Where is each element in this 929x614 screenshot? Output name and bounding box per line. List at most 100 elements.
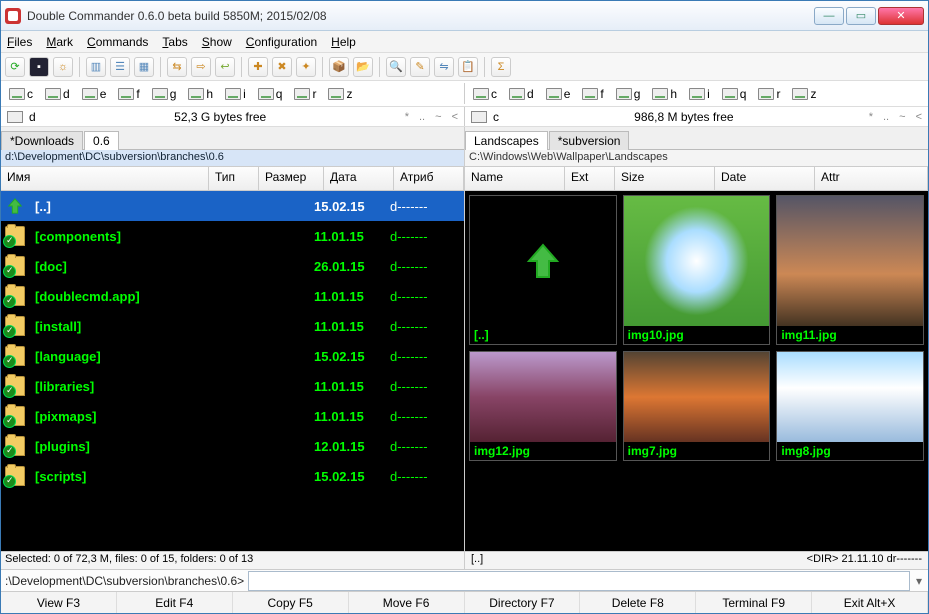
file-row[interactable]: [doc]26.01.15d------- [1,251,464,281]
drive-button-c[interactable]: c [5,85,37,103]
maximize-button[interactable]: ▭ [846,7,876,25]
drive-icon[interactable] [471,111,487,123]
col-date[interactable]: Дата [324,167,394,190]
unpack-icon[interactable]: 📂 [353,57,373,77]
drive-icon[interactable] [7,111,23,123]
col-ext[interactable]: Ext [565,167,615,190]
minimize-button[interactable]: — [814,7,844,25]
menu-tabs[interactable]: Tabs [162,35,187,49]
calc-space-icon[interactable]: Σ [491,57,511,77]
right-path[interactable]: C:\Windows\Web\Wallpaper\Landscapes [465,149,928,167]
menu-files[interactable]: Files [7,35,32,49]
file-row[interactable]: [plugins]12.01.15d------- [1,431,464,461]
file-row[interactable]: [pixmaps]11.01.15d------- [1,401,464,431]
multirename-icon[interactable]: ✎ [410,57,430,77]
left-path[interactable]: d:\Development\DC\subversion\branches\0.… [1,149,464,167]
search-icon[interactable]: 🔍 [386,57,406,77]
thumbnail[interactable]: img8.jpg [776,351,924,461]
fn-button[interactable]: Edit F4 [117,592,233,613]
brief-view-icon[interactable]: ▥ [86,57,106,77]
thumb-view-icon[interactable]: ▦ [134,57,154,77]
menu-commands[interactable]: Commands [87,35,148,49]
drive-button-z[interactable]: z [788,85,820,103]
thumbnail[interactable]: img12.jpg [469,351,617,461]
options-icon[interactable]: ☼ [53,57,73,77]
terminal-icon[interactable]: ▪ [29,57,49,77]
tab[interactable]: Landscapes [465,131,548,150]
col-attr[interactable]: Атриб [394,167,464,190]
drive-button-i[interactable]: i [221,85,250,103]
drive-button-q[interactable]: q [718,85,751,103]
col-date[interactable]: Date [715,167,815,190]
drive-button-c[interactable]: c [469,85,501,103]
drive-button-i[interactable]: i [685,85,714,103]
command-input[interactable] [248,571,910,591]
home-icon[interactable]: ~ [899,111,905,123]
fn-button[interactable]: Exit Alt+X [812,592,928,613]
refresh-icon[interactable]: ⟳ [5,57,25,77]
select-all-icon[interactable]: ✚ [248,57,268,77]
drive-button-q[interactable]: q [254,85,287,103]
drive-button-g[interactable]: g [612,85,645,103]
drive-button-f[interactable]: f [578,85,607,103]
tab[interactable]: 0.6 [84,131,119,150]
drive-button-r[interactable]: r [290,85,320,103]
fn-button[interactable]: Copy F5 [233,592,349,613]
list-view-icon[interactable]: ☰ [110,57,130,77]
home-icon[interactable]: ~ [435,111,441,123]
file-row[interactable]: [language]15.02.15d------- [1,341,464,371]
menu-show[interactable]: Show [202,35,232,49]
drive-button-g[interactable]: g [148,85,181,103]
col-size[interactable]: Size [615,167,715,190]
go-back-icon[interactable]: ↩ [215,57,235,77]
root-icon[interactable]: .. [419,111,425,123]
fn-button[interactable]: Move F6 [349,592,465,613]
drive-button-h[interactable]: h [648,85,681,103]
thumbnail[interactable]: img10.jpg [623,195,771,345]
col-name[interactable]: Name [465,167,565,190]
right-thumb-view[interactable]: [..]img10.jpgimg11.jpg img12.jpgimg7.jpg… [465,191,928,551]
tab[interactable]: *Downloads [1,131,83,150]
fn-button[interactable]: Directory F7 [465,592,581,613]
thumbnail[interactable]: [..] [469,195,617,345]
left-file-list[interactable]: [..]15.02.15d-------[components]11.01.15… [1,191,464,551]
close-button[interactable]: ✕ [878,7,924,25]
file-row[interactable]: [libraries]11.01.15d------- [1,371,464,401]
swap-panels-icon[interactable]: ⇆ [167,57,187,77]
drive-button-d[interactable]: d [41,85,74,103]
drive-button-r[interactable]: r [754,85,784,103]
history-icon[interactable]: < [452,111,458,123]
copy-name-icon[interactable]: 📋 [458,57,478,77]
fn-button[interactable]: View F3 [1,592,117,613]
favorites-icon[interactable]: * [405,111,409,123]
tab[interactable]: *subversion [549,131,630,150]
thumbnail[interactable]: img11.jpg [776,195,924,345]
col-size[interactable]: Размер [259,167,324,190]
file-row[interactable]: [doublecmd.app]11.01.15d------- [1,281,464,311]
command-dropdown-icon[interactable]: ▾ [910,574,928,588]
thumbnail[interactable]: img7.jpg [623,351,771,461]
col-name[interactable]: Имя [1,167,209,190]
target-equal-source-icon[interactable]: ⇨ [191,57,211,77]
favorites-icon[interactable]: * [869,111,873,123]
drive-button-e[interactable]: e [542,85,575,103]
file-row[interactable]: [components]11.01.15d------- [1,221,464,251]
menu-configuration[interactable]: Configuration [246,35,317,49]
col-type[interactable]: Тип [209,167,259,190]
drive-button-f[interactable]: f [114,85,143,103]
file-row[interactable]: [scripts]15.02.15d------- [1,461,464,491]
fn-button[interactable]: Terminal F9 [696,592,812,613]
sync-dirs-icon[interactable]: ⇋ [434,57,454,77]
menu-help[interactable]: Help [331,35,356,49]
unselect-icon[interactable]: ✖ [272,57,292,77]
root-icon[interactable]: .. [883,111,889,123]
pack-icon[interactable]: 📦 [329,57,349,77]
drive-button-d[interactable]: d [505,85,538,103]
drive-button-e[interactable]: e [78,85,111,103]
file-row[interactable]: [install]11.01.15d------- [1,311,464,341]
menu-mark[interactable]: Mark [46,35,73,49]
col-attr[interactable]: Attr [815,167,928,190]
file-row[interactable]: [..]15.02.15d------- [1,191,464,221]
invert-sel-icon[interactable]: ✦ [296,57,316,77]
fn-button[interactable]: Delete F8 [580,592,696,613]
